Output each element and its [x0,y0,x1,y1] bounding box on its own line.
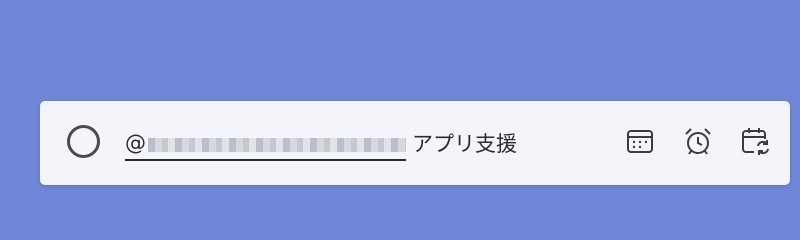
mention-at-sign: @ [125,131,146,155]
task-title-input[interactable]: @ アプリ支援 [125,125,517,161]
task-card: @ アプリ支援 [40,101,790,185]
mention-token[interactable]: @ [125,125,406,161]
calendar-icon [625,126,655,160]
calendar-repeat-icon [740,126,770,160]
remind-me-button[interactable] [680,125,716,161]
task-title-text: アプリ支援 [412,132,517,156]
add-due-date-button[interactable] [622,125,658,161]
repeat-button[interactable] [737,125,773,161]
complete-task-checkbox[interactable] [67,125,100,158]
mention-redacted-name [148,137,406,152]
alarm-clock-icon [683,126,713,160]
